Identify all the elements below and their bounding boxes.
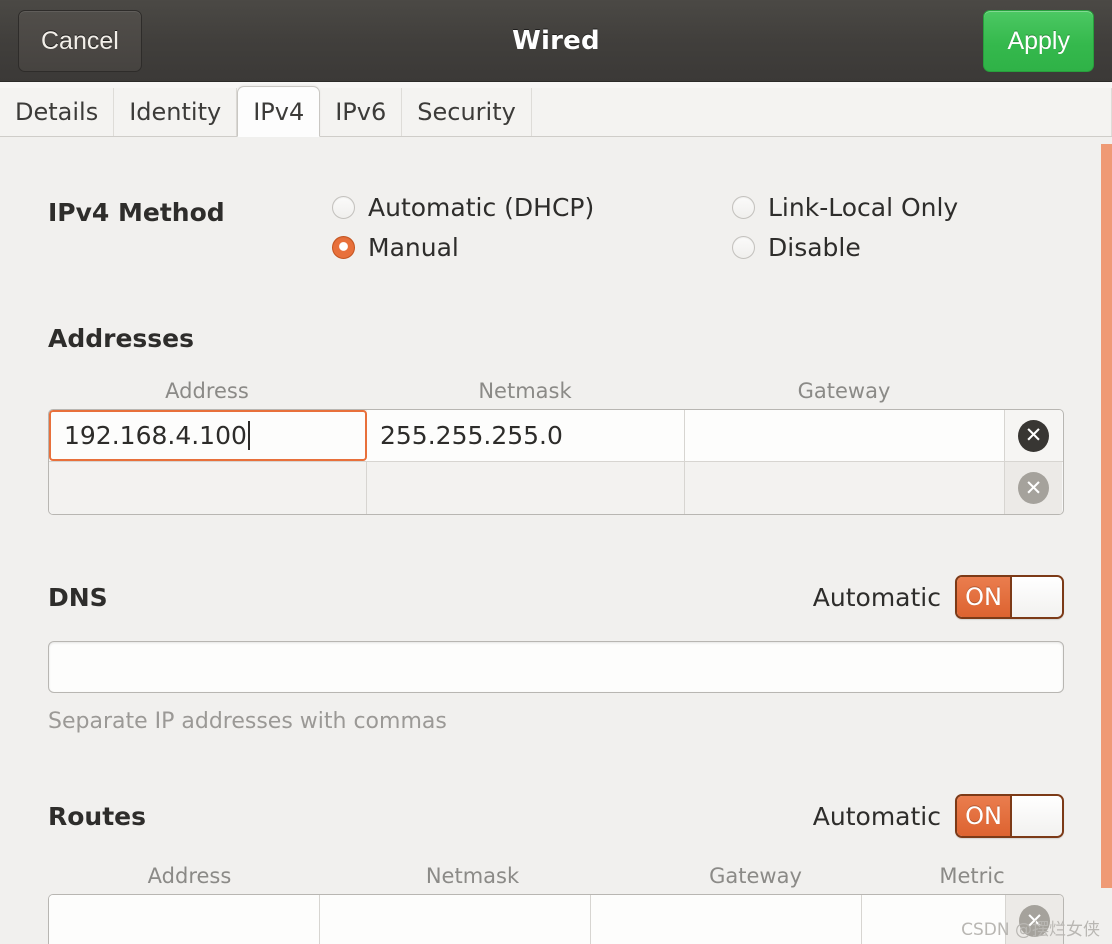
network-settings-window: Cancel Wired Apply Details Identity IPv4… — [0, 0, 1112, 944]
window-title: Wired — [512, 25, 600, 56]
ipv4-method-options: Automatic (DHCP) Link-Local Only Manual … — [332, 193, 958, 262]
address-input-row2[interactable] — [49, 462, 367, 514]
close-circle-icon: ✕ — [1018, 419, 1049, 452]
addresses-column-headers: Address Netmask Gateway — [48, 353, 1064, 409]
routes-table-row: ✕ — [49, 895, 1063, 944]
route-metric-input-row1[interactable] — [861, 895, 1007, 944]
radio-icon-manual — [332, 236, 355, 259]
vertical-scrollbar[interactable] — [1101, 137, 1112, 944]
ipv4-method-section: IPv4 Method Automatic (DHCP) Link-Local … — [48, 137, 1064, 262]
tab-bar: Details Identity IPv4 IPv6 Security — [0, 82, 1112, 137]
dns-automatic-label: Automatic — [812, 582, 941, 612]
routes-toggle-knob — [1010, 796, 1062, 836]
routes-table: ✕ — [48, 894, 1064, 944]
radio-label-manual: Manual — [368, 233, 459, 262]
delete-address-row1-button[interactable]: ✕ — [1005, 410, 1062, 461]
route-netmask-input-row1[interactable] — [319, 895, 591, 944]
apply-button[interactable]: Apply — [983, 9, 1094, 72]
address-input-row1-value: 192.168.4.100 — [64, 421, 247, 450]
dns-automatic-toggle[interactable]: ON — [955, 575, 1064, 619]
tab-ipv4[interactable]: IPv4 — [237, 86, 321, 137]
dns-section-header: DNS Automatic ON — [48, 515, 1064, 619]
close-circle-icon: ✕ — [1019, 905, 1051, 937]
radio-icon-automatic-dhcp — [332, 196, 355, 219]
radio-manual[interactable]: Manual — [332, 233, 732, 262]
radio-label-automatic-dhcp: Automatic (DHCP) — [368, 193, 595, 222]
tab-ipv6[interactable]: IPv6 — [320, 88, 403, 136]
addresses-header-spacer — [1004, 379, 1064, 403]
dns-automatic-group: Automatic ON — [813, 575, 1064, 619]
radio-label-disable: Disable — [768, 233, 861, 262]
netmask-input-row2[interactable] — [367, 462, 685, 514]
tab-security[interactable]: Security — [402, 88, 532, 136]
radio-disable[interactable]: Disable — [732, 233, 958, 262]
cancel-button[interactable]: Cancel — [18, 9, 142, 72]
dns-toggle-state-label: ON — [957, 577, 1010, 617]
radio-automatic-dhcp[interactable]: Automatic (DHCP) — [332, 193, 732, 222]
addresses-title: Addresses — [48, 324, 195, 353]
routes-column-headers: Address Netmask Gateway Metric — [48, 838, 1064, 894]
routes-header-gateway: Gateway — [709, 864, 802, 888]
close-circle-icon: ✕ — [1018, 472, 1049, 504]
window-titlebar: Cancel Wired Apply — [0, 0, 1112, 82]
dns-title: DNS — [48, 582, 108, 612]
delete-route-row1-button: ✕ — [1006, 895, 1063, 944]
routes-header-address: Address — [147, 864, 232, 888]
ipv4-settings-panel: IPv4 Method Automatic (DHCP) Link-Local … — [0, 137, 1112, 944]
dns-servers-input[interactable] — [48, 641, 1064, 693]
dns-toggle-knob — [1010, 577, 1062, 617]
addresses-table-row: ✕ — [49, 462, 1063, 514]
radio-link-local-only[interactable]: Link-Local Only — [732, 193, 958, 222]
addresses-section: Addresses Address Netmask Gateway 192.16… — [48, 262, 1064, 515]
routes-title: Routes — [48, 801, 147, 831]
routes-section-header: Routes Automatic ON — [48, 734, 1064, 838]
radio-icon-disable — [732, 236, 755, 259]
addresses-table: 192.168.4.100 255.255.255.0 ✕ ✕ — [48, 409, 1064, 515]
routes-automatic-label: Automatic — [812, 801, 941, 831]
addresses-table-row: 192.168.4.100 255.255.255.0 ✕ — [49, 410, 1063, 462]
tab-details[interactable]: Details — [0, 88, 115, 136]
gateway-input-row1[interactable] — [685, 410, 1005, 461]
addresses-header-address: Address — [165, 379, 249, 403]
netmask-input-row1[interactable]: 255.255.255.0 — [367, 410, 685, 461]
route-address-input-row1[interactable] — [49, 895, 320, 944]
addresses-header-gateway: Gateway — [797, 379, 891, 403]
routes-header-metric: Metric — [939, 864, 1005, 888]
address-input-row1[interactable]: 192.168.4.100 — [49, 410, 367, 461]
text-caret — [247, 421, 250, 450]
tab-identity[interactable]: Identity — [114, 88, 238, 136]
routes-header-netmask: Netmask — [425, 864, 520, 888]
tab-bar-filler — [531, 88, 1112, 136]
routes-toggle-state-label: ON — [957, 796, 1010, 836]
vertical-scrollbar-thumb[interactable] — [1101, 144, 1112, 888]
addresses-header-netmask: Netmask — [478, 379, 572, 403]
gateway-input-row2[interactable] — [685, 462, 1005, 514]
radio-icon-link-local-only — [732, 196, 755, 219]
delete-address-row2-button: ✕ — [1005, 462, 1062, 514]
radio-label-link-local-only: Link-Local Only — [768, 193, 959, 222]
dns-hint-text: Separate IP addresses with commas — [48, 709, 447, 734]
route-gateway-input-row1[interactable] — [590, 895, 862, 944]
routes-automatic-group: Automatic ON — [813, 794, 1064, 838]
routes-automatic-toggle[interactable]: ON — [955, 794, 1064, 838]
ipv4-method-label: IPv4 Method — [48, 198, 225, 227]
